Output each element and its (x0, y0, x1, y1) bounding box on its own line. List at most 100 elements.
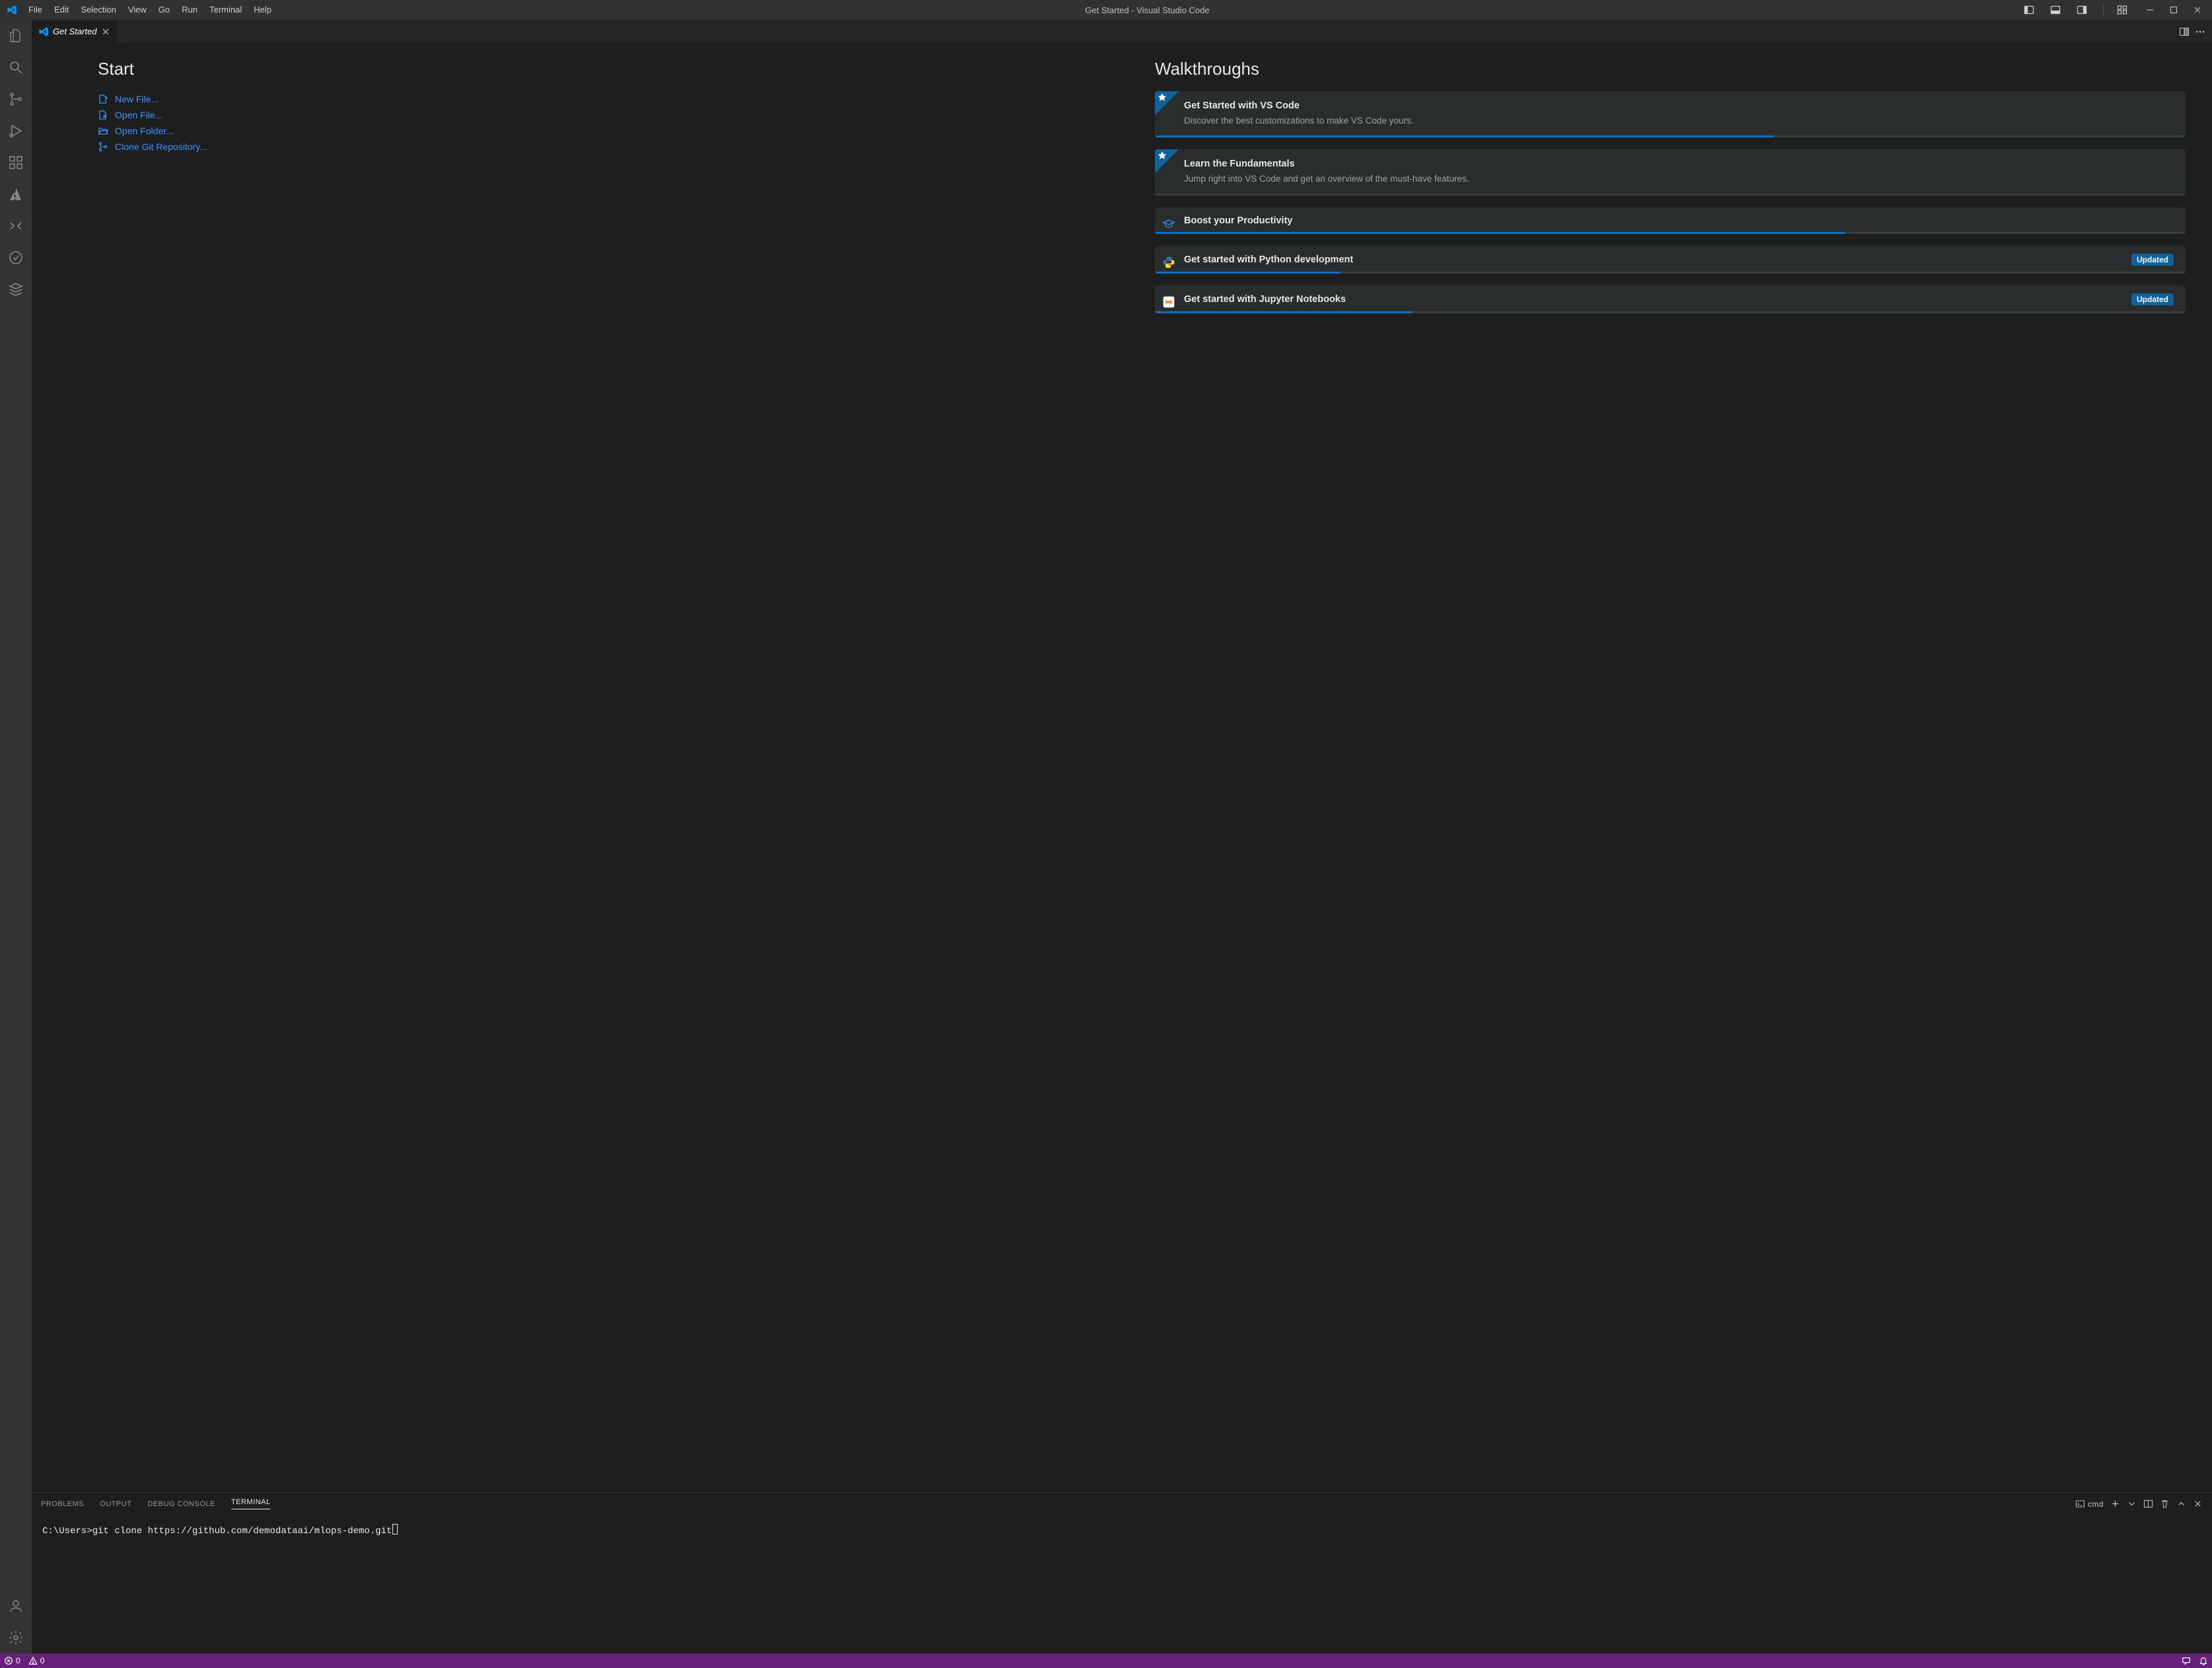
editor-actions (2179, 20, 2212, 43)
panel-tab-terminal[interactable]: TERMINAL (231, 1498, 271, 1509)
layout-sidebar-right-icon[interactable] (2070, 0, 2094, 20)
split-editor-icon[interactable] (2179, 26, 2190, 37)
walkthrough-title: Get started with Jupyter Notebooks (1184, 294, 2125, 305)
maximize-panel-icon[interactable] (2176, 1499, 2186, 1509)
menu-selection[interactable]: Selection (75, 0, 122, 20)
walkthrough-productivity[interactable]: Boost your Productivity (1155, 208, 2186, 234)
graduation-cap-icon (1161, 217, 1176, 231)
open-file-icon (98, 110, 108, 120)
window-controls (2138, 0, 2209, 20)
status-warnings[interactable]: 0 (24, 1653, 49, 1668)
walkthrough-progress (1155, 272, 2186, 274)
walkthrough-jupyter[interactable]: Get started with Jupyter Notebooks Updat… (1155, 285, 2186, 313)
start-open-folder[interactable]: Open Folder... (98, 123, 1128, 139)
activity-search-icon[interactable] (0, 52, 32, 83)
walkthrough-progress (1155, 194, 2186, 196)
menu-edit[interactable]: Edit (48, 0, 75, 20)
tab-label: Get Started (53, 26, 96, 36)
start-open-file[interactable]: Open File... (98, 107, 1128, 123)
activity-accounts-icon[interactable] (0, 1590, 32, 1622)
new-file-icon (98, 94, 108, 104)
activity-source-control-icon[interactable] (0, 83, 32, 115)
status-notifications-icon[interactable] (2195, 1653, 2212, 1668)
start-link-label: Open Folder... (115, 126, 174, 136)
panel-tab-output[interactable]: OUTPUT (100, 1500, 131, 1508)
panel-actions: cmd (2075, 1499, 2203, 1509)
menu-terminal[interactable]: Terminal (203, 0, 248, 20)
close-button[interactable] (2186, 0, 2209, 20)
customize-layout-icon[interactable] (2110, 0, 2134, 20)
walkthroughs-section: Walkthroughs Get Started with VS Code Di… (1155, 59, 2186, 1476)
walkthrough-title: Boost your Productivity (1184, 215, 2174, 226)
walkthrough-progress (1155, 135, 2186, 137)
git-branch-icon (98, 141, 108, 152)
panel-tab-debug-console[interactable]: DEBUG CONSOLE (147, 1500, 215, 1508)
terminal-cursor (392, 1524, 398, 1535)
activity-extensions-icon[interactable] (0, 147, 32, 178)
terminal-line: C:\Users>git clone https://github.com/de… (42, 1526, 392, 1536)
activity-azure-icon[interactable] (0, 178, 32, 210)
layout-sidebar-left-icon[interactable] (2017, 0, 2041, 20)
updated-badge: Updated (2131, 293, 2174, 305)
activity-run-debug-icon[interactable] (0, 115, 32, 147)
layout-panel-bottom-icon[interactable] (2044, 0, 2067, 20)
walkthrough-get-started[interactable]: Get Started with VS Code Discover the be… (1155, 91, 2186, 137)
activity-testing-icon[interactable] (0, 242, 32, 274)
status-errors[interactable]: 0 (0, 1653, 24, 1668)
maximize-button[interactable] (2162, 0, 2186, 20)
star-badge (1155, 91, 1179, 115)
walkthrough-title-row: Get started with Python development Upda… (1184, 254, 2174, 266)
titlebar-right (2017, 0, 2212, 20)
walkthrough-progress (1155, 311, 2186, 313)
start-clone-repo[interactable]: Clone Git Repository... (98, 139, 1128, 155)
panel-tab-problems[interactable]: PROBLEMS (41, 1500, 84, 1508)
kill-terminal-icon[interactable] (2160, 1499, 2170, 1509)
minimize-button[interactable] (2138, 0, 2162, 20)
status-errors-count: 0 (16, 1656, 20, 1665)
activity-stack-icon[interactable] (0, 274, 32, 305)
walkthrough-fundamentals[interactable]: Learn the Fundamentals Jump right into V… (1155, 149, 2186, 196)
menu-run[interactable]: Run (176, 0, 203, 20)
start-link-label: Open File... (115, 110, 163, 120)
more-actions-icon[interactable] (2195, 26, 2205, 37)
window-title: Get Started - Visual Studio Code (277, 5, 2017, 15)
new-terminal-icon[interactable] (2110, 1499, 2120, 1509)
close-panel-icon[interactable] (2193, 1499, 2203, 1509)
vscode-tab-icon (38, 26, 49, 37)
start-link-label: Clone Git Repository... (115, 141, 207, 152)
tab-get-started[interactable]: Get Started (32, 20, 118, 43)
activity-settings-icon[interactable] (0, 1622, 32, 1653)
menu-help[interactable]: Help (248, 0, 277, 20)
split-terminal-icon[interactable] (2143, 1499, 2153, 1509)
walkthrough-python[interactable]: Get started with Python development Upda… (1155, 246, 2186, 274)
python-icon (1161, 255, 1176, 270)
walkthrough-title-row: Get started with Jupyter Notebooks Updat… (1184, 293, 2174, 305)
tab-close-icon[interactable] (100, 26, 111, 37)
activity-explorer-icon[interactable] (0, 20, 32, 52)
menu-go[interactable]: Go (153, 0, 176, 20)
activity-remote-icon[interactable] (0, 210, 32, 242)
terminal[interactable]: C:\Users>git clone https://github.com/de… (32, 1515, 2212, 1653)
star-badge (1155, 149, 1179, 173)
editor-area: Get Started Start (32, 20, 2212, 1653)
walkthroughs-heading: Walkthroughs (1155, 59, 2186, 79)
status-feedback-icon[interactable] (2178, 1653, 2195, 1668)
menu-view[interactable]: View (122, 0, 153, 20)
terminal-launch-profile-icon[interactable] (2127, 1499, 2137, 1509)
jupyter-icon (1161, 295, 1176, 309)
editor-tabs: Get Started (32, 20, 2212, 43)
activity-bar (0, 20, 32, 1653)
folder-open-icon (98, 126, 108, 136)
vscode-logo-icon (0, 5, 22, 15)
start-link-label: New File... (115, 94, 159, 104)
terminal-shell-selector[interactable]: cmd (2075, 1499, 2104, 1509)
status-bar: 0 0 (0, 1653, 2212, 1668)
get-started-page: Start New File... Open File... (32, 43, 2212, 1492)
bottom-panel: PROBLEMS OUTPUT DEBUG CONSOLE TERMINAL c… (32, 1492, 2212, 1653)
walkthrough-title: Learn the Fundamentals (1184, 159, 2174, 169)
menu-file[interactable]: File (22, 0, 48, 20)
terminal-shell-label: cmd (2088, 1499, 2104, 1509)
walkthrough-title: Get Started with VS Code (1184, 100, 2174, 111)
start-new-file[interactable]: New File... (98, 91, 1128, 107)
workbench: Get Started Start (0, 20, 2212, 1653)
